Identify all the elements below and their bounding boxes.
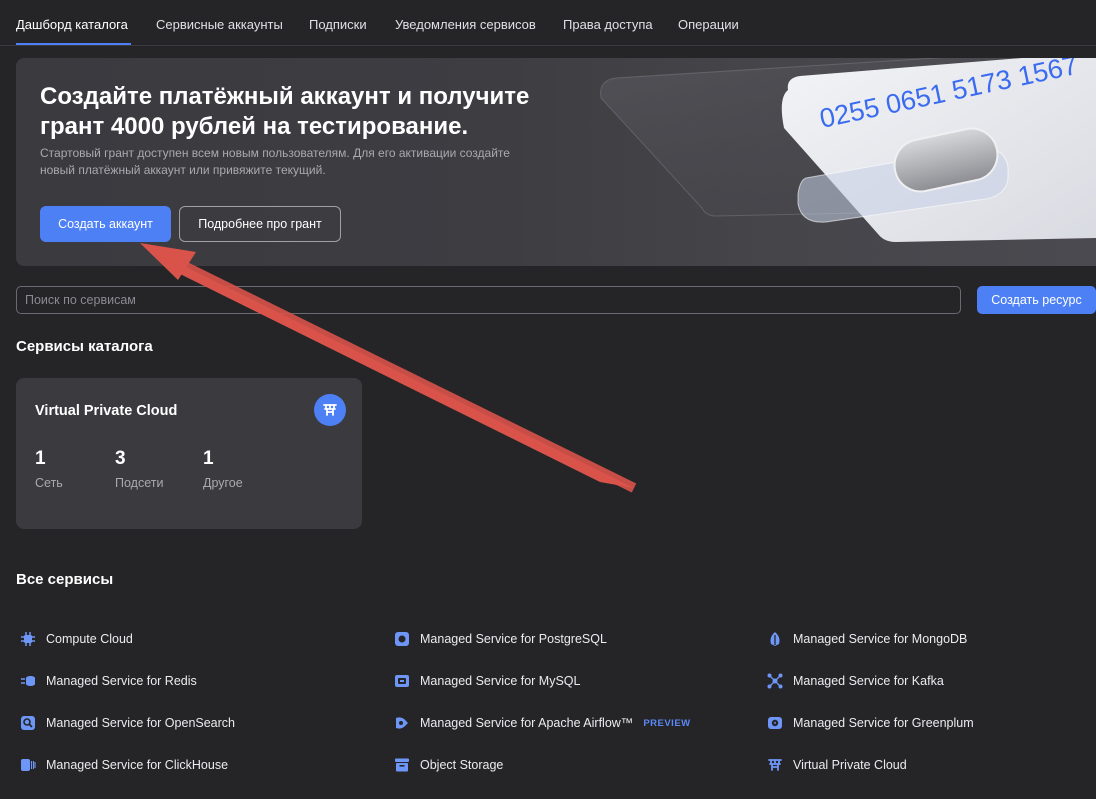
object-storage-icon: [393, 756, 411, 774]
service-greenplum[interactable]: Managed Service for Greenplum: [766, 714, 974, 732]
service-label: Managed Service for ClickHouse: [46, 758, 229, 772]
stat-other: 1 Другое: [203, 448, 243, 490]
greenplum-icon: [766, 714, 784, 732]
tab-operations[interactable]: Операции: [678, 17, 739, 32]
catalog-services-title: Сервисы каталога: [16, 338, 153, 355]
tab-subscriptions[interactable]: Подписки: [309, 17, 367, 32]
tab-catalog-dashboard[interactable]: Дашборд каталога: [16, 17, 128, 32]
redis-icon: [19, 672, 37, 690]
service-label: Managed Service for Redis: [46, 674, 197, 688]
airflow-icon: [393, 714, 411, 732]
stat-value: 3: [115, 448, 126, 469]
stat-subnets: 3 Подсети: [115, 448, 163, 490]
stat-value: 1: [203, 448, 214, 469]
tab-access-rights[interactable]: Права доступа: [563, 17, 653, 32]
service-label: Managed Service for PostgreSQL: [420, 632, 607, 646]
service-label: Object Storage: [420, 758, 504, 772]
stat-label: Сеть: [35, 476, 63, 490]
service-kafka[interactable]: Managed Service for Kafka: [766, 672, 944, 690]
clickhouse-icon: [19, 756, 37, 774]
service-label: Managed Service for Apache Airflow™: [420, 716, 634, 730]
service-label: Managed Service for OpenSearch: [46, 716, 235, 730]
all-services-title: Все сервисы: [16, 571, 114, 588]
create-resource-button[interactable]: Создать ресурс: [977, 286, 1096, 314]
tab-service-notifications[interactable]: Уведомления сервисов: [395, 17, 536, 32]
tab-service-accounts[interactable]: Сервисные аккаунты: [156, 17, 283, 32]
compute-cloud-icon: [19, 630, 37, 648]
grant-banner: 0255 0651 5173 1567 Создайте платёжный а…: [16, 58, 1096, 266]
service-label: Managed Service for MySQL: [420, 674, 581, 688]
stat-networks: 1 Сеть: [35, 448, 63, 490]
service-label: Virtual Private Cloud: [793, 758, 907, 772]
opensearch-icon: [19, 714, 37, 732]
service-label: Managed Service for MongoDB: [793, 632, 968, 646]
vpc-icon: [314, 394, 346, 426]
kafka-icon: [766, 672, 784, 690]
banner-title: Создайте платёжный аккаунт и получите гр…: [40, 83, 530, 140]
service-compute-cloud[interactable]: Compute Cloud: [19, 630, 133, 648]
stat-label: Подсети: [115, 476, 164, 490]
stat-value: 1: [35, 448, 46, 469]
vpc-card-title: Virtual Private Cloud: [35, 403, 178, 419]
service-label: Compute Cloud: [46, 632, 133, 646]
mongodb-icon: [766, 630, 784, 648]
active-tab-indicator: [16, 43, 131, 45]
service-airflow[interactable]: Managed Service for Apache Airflow™ PREV…: [393, 714, 691, 732]
vpc-card[interactable]: Virtual Private Cloud 1 Сеть 3 Подсети 1…: [16, 378, 362, 529]
create-account-button[interactable]: Создать аккаунт: [40, 206, 171, 242]
service-postgresql[interactable]: Managed Service for PostgreSQL: [393, 630, 607, 648]
postgresql-icon: [393, 630, 411, 648]
service-redis[interactable]: Managed Service for Redis: [19, 672, 197, 690]
service-search-input[interactable]: [16, 286, 961, 314]
stat-label: Другое: [203, 476, 243, 490]
vpc-icon: [766, 756, 784, 774]
service-object-storage[interactable]: Object Storage: [393, 756, 503, 774]
tab-bar: Дашборд каталога Сервисные аккаунты Подп…: [0, 0, 1096, 46]
preview-badge: PREVIEW: [643, 717, 691, 729]
banner-subtitle: Стартовый грант доступен всем новым поль…: [40, 146, 510, 177]
mysql-icon: [393, 672, 411, 690]
grant-details-button[interactable]: Подробнее про грант: [179, 206, 341, 242]
service-label: Managed Service for Kafka: [793, 674, 944, 688]
service-clickhouse[interactable]: Managed Service for ClickHouse: [19, 756, 228, 774]
service-mongodb[interactable]: Managed Service for MongoDB: [766, 630, 967, 648]
service-vpc[interactable]: Virtual Private Cloud: [766, 756, 907, 774]
service-mysql[interactable]: Managed Service for MySQL: [393, 672, 581, 690]
service-label: Managed Service for Greenplum: [793, 716, 974, 730]
service-opensearch[interactable]: Managed Service for OpenSearch: [19, 714, 235, 732]
